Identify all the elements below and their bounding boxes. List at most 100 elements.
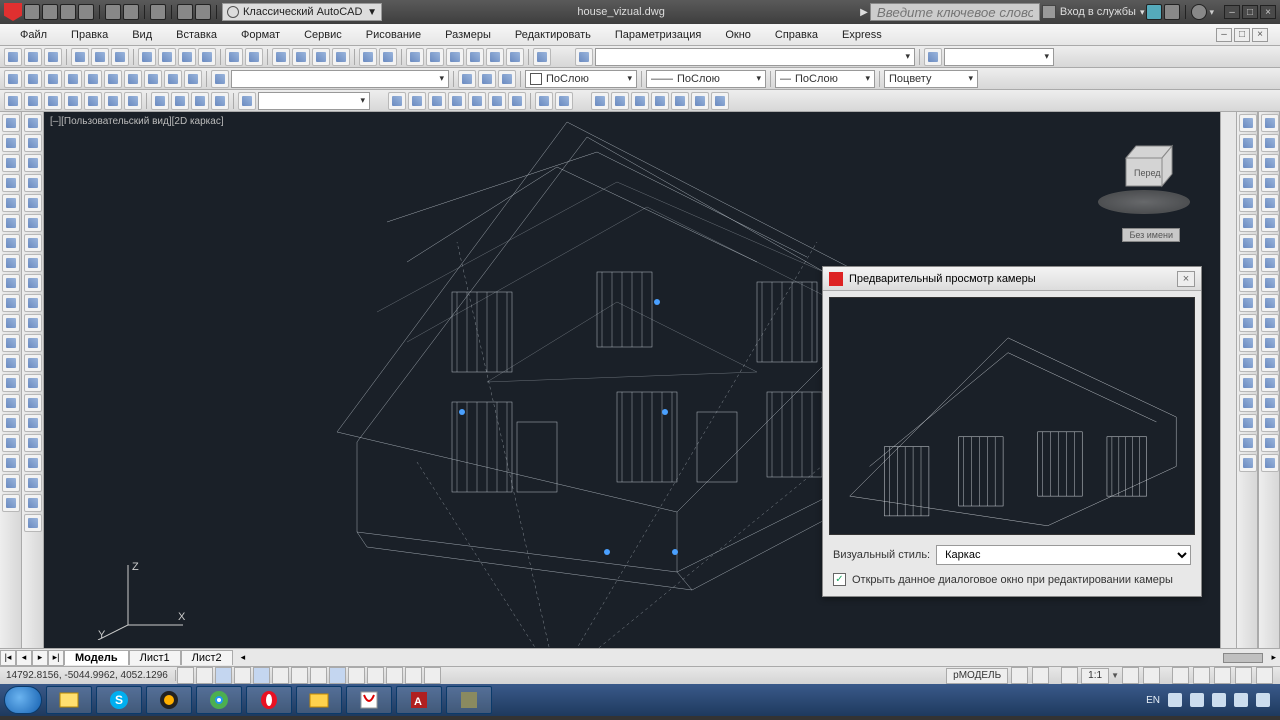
- render-preset-dropdown[interactable]: ▾: [944, 48, 1054, 66]
- system-tray[interactable]: EN: [1146, 693, 1276, 707]
- task-opera[interactable]: [246, 686, 292, 714]
- hw-icon[interactable]: [1214, 667, 1231, 684]
- dyn-toggle[interactable]: [329, 667, 346, 684]
- vs-concept-icon[interactable]: [468, 92, 486, 110]
- arc-icon[interactable]: [2, 214, 20, 232]
- viewcube[interactable]: Перед: [1108, 140, 1180, 196]
- app-logo-icon[interactable]: [4, 3, 22, 21]
- menu-insert[interactable]: Вставка: [164, 26, 229, 44]
- menu-file[interactable]: Файл: [8, 26, 59, 44]
- close-button[interactable]: ×: [1260, 5, 1276, 19]
- tab-next-button[interactable]: ▸: [32, 650, 48, 666]
- annotation-scale[interactable]: 1:1: [1081, 668, 1109, 684]
- vstyle1-icon[interactable]: [575, 48, 593, 66]
- vs-xray-icon[interactable]: [535, 92, 553, 110]
- dx9-icon[interactable]: [24, 274, 42, 292]
- gradient-icon[interactable]: [2, 414, 20, 432]
- annovis-icon[interactable]: [1122, 667, 1139, 684]
- doc-restore-button[interactable]: □: [1234, 28, 1250, 42]
- dx6-icon[interactable]: [24, 214, 42, 232]
- revcloud-icon[interactable]: [2, 254, 20, 272]
- layer-lock-icon[interactable]: [64, 70, 82, 88]
- save-icon[interactable]: [44, 48, 62, 66]
- dx7-icon[interactable]: [24, 234, 42, 252]
- tab-prev-button[interactable]: ◂: [16, 650, 32, 666]
- 3dorbit-icon[interactable]: [359, 48, 377, 66]
- menu-tools[interactable]: Сервис: [292, 26, 354, 44]
- lineweight-dropdown[interactable]: —ПоСлою▾: [775, 70, 875, 88]
- osnap-toggle[interactable]: [253, 667, 270, 684]
- cloud-icon[interactable]: [1164, 4, 1180, 20]
- ucs5-icon[interactable]: [671, 92, 689, 110]
- dim16-icon[interactable]: [1261, 414, 1279, 432]
- qat-save-icon[interactable]: [60, 4, 76, 20]
- erase-icon[interactable]: [1239, 114, 1257, 132]
- dim7-icon[interactable]: [1261, 234, 1279, 252]
- tab-sheet1[interactable]: Лист1: [129, 650, 181, 665]
- layer-make-icon[interactable]: [458, 70, 476, 88]
- dx10-icon[interactable]: [24, 294, 42, 312]
- qat-new-icon[interactable]: [24, 4, 40, 20]
- ucs4-icon[interactable]: [651, 92, 669, 110]
- 3dosnap-toggle[interactable]: [272, 667, 289, 684]
- explode-icon[interactable]: [1239, 414, 1257, 432]
- namedview-icon[interactable]: [4, 92, 22, 110]
- dim17-icon[interactable]: [1261, 434, 1279, 452]
- grid-toggle[interactable]: [196, 667, 213, 684]
- cut-icon[interactable]: [138, 48, 156, 66]
- dx20-icon[interactable]: [24, 494, 42, 512]
- markup-icon[interactable]: [486, 48, 504, 66]
- color-dropdown[interactable]: ПоСлою▾: [525, 70, 637, 88]
- task-chrome[interactable]: [196, 686, 242, 714]
- block-icon[interactable]: [2, 354, 20, 372]
- neiso-icon[interactable]: [191, 92, 209, 110]
- dim13-icon[interactable]: [1261, 354, 1279, 372]
- layer-match-icon[interactable]: [478, 70, 496, 88]
- tab-first-button[interactable]: |◂: [0, 650, 16, 666]
- isolate-icon[interactable]: [1235, 667, 1252, 684]
- left-icon[interactable]: [64, 92, 82, 110]
- vertical-scrollbar[interactable]: [1220, 112, 1236, 648]
- qc-icon[interactable]: [506, 48, 524, 66]
- undo-icon[interactable]: [225, 48, 243, 66]
- md18-icon[interactable]: [1239, 454, 1257, 472]
- ws-icon[interactable]: [1172, 667, 1189, 684]
- table-icon[interactable]: [2, 454, 20, 472]
- tray-action-icon[interactable]: [1234, 693, 1248, 707]
- camera-icon[interactable]: [238, 92, 256, 110]
- layer-iso-icon[interactable]: [104, 70, 122, 88]
- dx8-icon[interactable]: [24, 254, 42, 272]
- help2-icon[interactable]: [533, 48, 551, 66]
- lwt-toggle[interactable]: [348, 667, 365, 684]
- task-explorer[interactable]: [46, 686, 92, 714]
- polygon-icon[interactable]: [2, 174, 20, 192]
- print-icon[interactable]: [71, 48, 89, 66]
- dx18-icon[interactable]: [24, 454, 42, 472]
- otrack-toggle[interactable]: [291, 667, 308, 684]
- qat-zoom2-icon[interactable]: [195, 4, 211, 20]
- dx17-icon[interactable]: [24, 434, 42, 452]
- doc-minimize-button[interactable]: –: [1216, 28, 1232, 42]
- tpy-toggle[interactable]: [367, 667, 384, 684]
- dx1-icon[interactable]: [24, 114, 42, 132]
- join-icon[interactable]: [1239, 354, 1257, 372]
- linetype-dropdown[interactable]: ——ПоСлою▾: [646, 70, 766, 88]
- task-notepad[interactable]: [446, 686, 492, 714]
- rect-icon[interactable]: [2, 194, 20, 212]
- qat-saveas-icon[interactable]: [78, 4, 94, 20]
- vs-2dw-icon[interactable]: [388, 92, 406, 110]
- dim1-icon[interactable]: [1261, 114, 1279, 132]
- vs-3dw-icon[interactable]: [408, 92, 426, 110]
- zoomwin-icon[interactable]: [312, 48, 330, 66]
- menu-express[interactable]: Express: [830, 26, 894, 44]
- plotstyle-dropdown[interactable]: Поцвету▾: [884, 70, 978, 88]
- copy-icon[interactable]: [158, 48, 176, 66]
- dx15-icon[interactable]: [24, 394, 42, 412]
- fillet-icon[interactable]: [1239, 394, 1257, 412]
- horizontal-scrollbar[interactable]: ◂ ▸: [233, 652, 1280, 663]
- layer-off-icon[interactable]: [24, 70, 42, 88]
- scale-icon[interactable]: [1239, 254, 1257, 272]
- tray-volume-icon[interactable]: [1212, 693, 1226, 707]
- qat-print-icon[interactable]: [150, 4, 166, 20]
- extend-icon[interactable]: [1239, 314, 1257, 332]
